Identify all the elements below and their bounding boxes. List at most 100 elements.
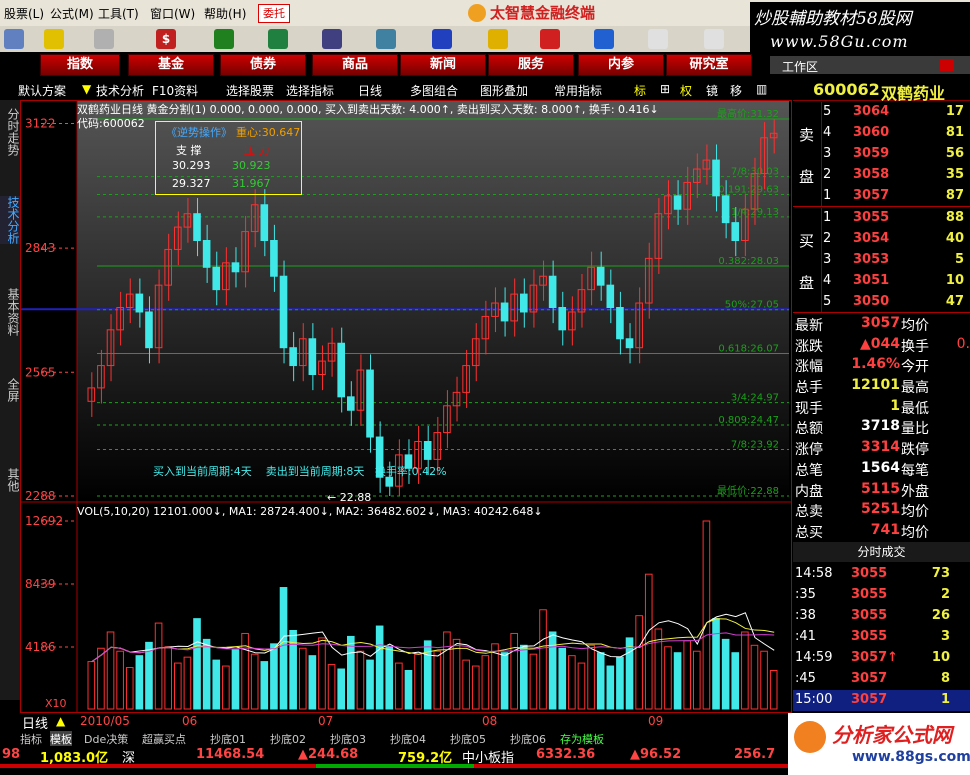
triangle-up-icon[interactable]: ▲: [56, 714, 65, 728]
indicator-tab[interactable]: 抄底01: [210, 731, 246, 747]
nav-index[interactable]: 指数: [40, 54, 120, 76]
volume-title: VOL(5,10,20) 12101.000↓, MA1: 28724.400↓…: [77, 505, 543, 518]
volume: 10: [945, 273, 964, 288]
nav-insider[interactable]: 内参: [578, 54, 664, 76]
volume-bar-55: [616, 656, 624, 710]
diamond-icon[interactable]: [488, 29, 508, 49]
daily-line[interactable]: 日线: [358, 82, 382, 99]
dollar-icon[interactable]: $: [156, 29, 176, 49]
menu-tools[interactable]: 工具(T): [98, 5, 139, 22]
f10-data[interactable]: F10资料: [152, 82, 198, 99]
sell-row[interactable]: 2 3058 35: [823, 165, 970, 186]
workarea-tab[interactable]: 工作区: [770, 56, 970, 74]
tab-fullscreen[interactable]: 全屏: [0, 378, 20, 402]
volume-bar-25: [327, 664, 336, 710]
indicator-tab[interactable]: 抄底03: [330, 731, 366, 747]
scheme-default[interactable]: 默认方案: [18, 82, 66, 99]
stat-row: 总手 12101 最高: [795, 377, 929, 397]
weituo-button[interactable]: 委托: [258, 4, 290, 23]
dropdown-arrow-icon[interactable]: ▼: [82, 82, 91, 96]
buy-row[interactable]: 3 3053 5: [823, 250, 970, 271]
indicator-tab[interactable]: 超赢买点: [142, 731, 186, 747]
binoculars-icon[interactable]: [322, 29, 342, 49]
vol-tick-2: 4186: [25, 640, 56, 654]
tab-tech-analysis[interactable]: 技术分析: [0, 196, 20, 244]
lock-icon[interactable]: [432, 29, 452, 49]
close-icon[interactable]: [940, 59, 954, 71]
volume: 47: [945, 294, 964, 309]
tech-analysis[interactable]: 技术分析: [96, 82, 144, 99]
indicator-tab[interactable]: 抄底05: [450, 731, 486, 747]
indicator-tab[interactable]: 抄底04: [390, 731, 426, 747]
chart-area[interactable]: 3122 2843 2565 2288 最高价:31.32 7/8:30.03 0.191:…: [20, 100, 792, 713]
indicator-tab[interactable]: 指标: [20, 731, 42, 747]
select-stock[interactable]: 选择股票: [226, 82, 274, 99]
bell-icon[interactable]: [376, 29, 396, 49]
split-icon[interactable]: ▥: [756, 82, 767, 96]
tab-other[interactable]: 其他: [0, 468, 20, 492]
nav-news[interactable]: 新闻: [400, 54, 486, 76]
sell-row[interactable]: 3 3059 56: [823, 144, 970, 165]
tick-row[interactable]: :41 3055 3: [793, 627, 970, 648]
pen-icon[interactable]: [540, 29, 560, 49]
mirror-button[interactable]: 镜: [706, 82, 718, 99]
move-button[interactable]: 移: [730, 82, 742, 99]
indicator-tab[interactable]: 存为模板: [560, 731, 604, 747]
tick-row[interactable]: 14:58 3055 73: [793, 564, 970, 585]
nav-bond[interactable]: 债券: [220, 54, 306, 76]
buy-row[interactable]: 4 3051 10: [823, 271, 970, 292]
nav-commodity[interactable]: 商品: [312, 54, 398, 76]
menu-window[interactable]: 窗口(W): [150, 5, 195, 22]
menu-help[interactable]: 帮助(H): [204, 5, 246, 22]
tick-row[interactable]: 15:00 3057 1: [793, 690, 970, 711]
pencil-icon[interactable]: [94, 29, 114, 49]
back-icon[interactable]: [4, 29, 24, 49]
volume-bar-15: [231, 649, 240, 710]
indicator-tab[interactable]: 模板: [50, 731, 72, 747]
multi-chart[interactable]: 多图组合: [410, 82, 458, 99]
buy-orders: 1 3055 88 2 3054 40 3 3053 5 4 3051 10 5 3050 47: [823, 208, 970, 313]
buy-row[interactable]: 2 3054 40: [823, 229, 970, 250]
volume-bar-2: [106, 631, 115, 710]
volume-bar-49: [558, 647, 567, 710]
nav-research[interactable]: 研究室: [666, 54, 752, 76]
sell-row[interactable]: 1 3057 87: [823, 186, 970, 207]
fib-label-9: 7/8:23.92: [731, 440, 779, 451]
flag-icon[interactable]: [214, 29, 234, 49]
mark-button[interactable]: 标: [634, 82, 646, 99]
cross-icon[interactable]: [44, 29, 64, 49]
tick-row[interactable]: :35 3055 2: [793, 585, 970, 606]
nav-fund[interactable]: 基金: [128, 54, 214, 76]
menu-stock[interactable]: 股票(L): [4, 5, 44, 22]
link-icon[interactable]: [594, 29, 614, 49]
volume-bar-66: [721, 638, 730, 710]
sell-row[interactable]: 5 3064 17: [823, 102, 970, 123]
ticks-title[interactable]: 分时成交: [793, 542, 970, 562]
grid-icon[interactable]: ⊞: [660, 82, 670, 96]
tab-fundamentals[interactable]: 基本资料: [0, 288, 20, 336]
money-icon[interactable]: [268, 29, 288, 49]
stat-row: 总卖 5251 均价: [795, 501, 929, 521]
indicator-tab[interactable]: Dde决策: [84, 731, 128, 747]
tab-intraday[interactable]: 分时走势: [0, 108, 20, 156]
tick-row[interactable]: :38 3055 26: [793, 606, 970, 627]
print-icon[interactable]: [648, 29, 668, 49]
tick-row[interactable]: :45 3057 8: [793, 669, 970, 690]
select-indicator[interactable]: 选择指标: [286, 82, 334, 99]
indicator-tab[interactable]: 抄底02: [270, 731, 306, 747]
rights-button[interactable]: 权: [680, 82, 692, 99]
volume: 35: [945, 167, 964, 182]
price: 3064: [853, 104, 890, 119]
volume-bar-57: [635, 615, 643, 710]
window-icon[interactable]: [704, 29, 724, 49]
price: 3058: [853, 167, 890, 182]
buy-row[interactable]: 1 3055 88: [823, 208, 970, 229]
common-indicator[interactable]: 常用指标: [554, 82, 602, 99]
menu-formula[interactable]: 公式(M): [50, 5, 94, 22]
buy-row[interactable]: 5 3050 47: [823, 292, 970, 313]
sell-row[interactable]: 4 3060 81: [823, 123, 970, 144]
nav-service[interactable]: 服务: [488, 54, 574, 76]
indicator-tab[interactable]: 抄底06: [510, 731, 546, 747]
overlay[interactable]: 图形叠加: [480, 82, 528, 99]
tick-row[interactable]: 14:59 3057↑ 10: [793, 648, 970, 669]
